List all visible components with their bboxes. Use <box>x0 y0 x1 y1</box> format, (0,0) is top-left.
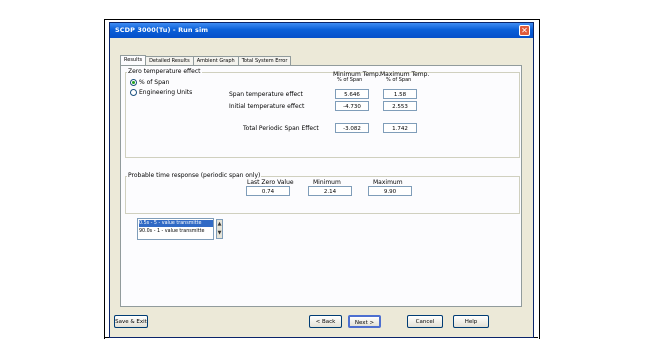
close-icon[interactable]: ✕ <box>519 25 530 36</box>
total-periodic-min-value: -3.082 <box>335 123 369 133</box>
col-last-zero-header: Last Zero Value <box>247 179 294 186</box>
zero-temp-group-label: Zero temperature effect <box>127 68 202 75</box>
minimum-value: 2.14 <box>308 186 352 196</box>
radio-percent-span-label: % of Span <box>139 79 170 86</box>
list-item[interactable]: 0.5s - 5 - value transmitte <box>139 220 213 227</box>
help-button[interactable]: Help <box>453 315 489 328</box>
back-button[interactable]: < Back <box>309 315 342 328</box>
radio-engineering-units-label: Engineering Units <box>139 89 193 96</box>
tab-detailed-results[interactable]: Detailed Results <box>145 56 194 65</box>
spin-up-icon[interactable]: ▲ <box>217 220 222 229</box>
zero-temp-group <box>125 72 520 158</box>
row-total-periodic-label: Total Periodic Span Effect <box>243 125 319 132</box>
tab-strip: Results Detailed Results Ambient Graph T… <box>120 55 292 65</box>
last-zero-value: 0.74 <box>246 186 290 196</box>
dialog-window: SCDP 3000(Tu) - Run sim ✕ Results Detail… <box>109 22 534 338</box>
spin-down-icon[interactable]: ▼ <box>217 229 222 238</box>
total-periodic-max-value: 1.742 <box>383 123 417 133</box>
results-panel: Zero temperature effect % of Span Engine… <box>120 65 522 307</box>
title-bar[interactable]: SCDP 3000(Tu) - Run sim ✕ <box>110 23 533 38</box>
span-temp-min-value: 5.646 <box>335 89 369 99</box>
initial-temp-max-value: 2.553 <box>383 101 417 111</box>
initial-temp-min-value: -4.730 <box>335 101 369 111</box>
maximum-value: 9.90 <box>368 186 412 196</box>
tab-total-system-error[interactable]: Total System Error <box>237 56 292 65</box>
col-minimum-header: Minimum <box>313 179 341 186</box>
response-listbox[interactable]: 0.5s - 5 - value transmitte 90.0s - 1 - … <box>137 218 214 240</box>
next-button[interactable]: Next > <box>348 315 381 328</box>
tab-results[interactable]: Results <box>120 55 147 65</box>
row-initial-temp-label: Initial temperature effect <box>229 103 305 110</box>
radio-percent-span[interactable] <box>130 79 137 86</box>
col-maximum-header: Maximum <box>373 179 403 186</box>
cancel-button[interactable]: Cancel <box>407 315 443 328</box>
span-temp-max-value: 1.58 <box>383 89 417 99</box>
col-min-sub: % of Span <box>337 77 363 83</box>
radio-engineering-units[interactable] <box>130 89 137 96</box>
tab-ambient-graph[interactable]: Ambient Graph <box>192 56 239 65</box>
row-span-temp-label: Span temperature effect <box>229 91 303 98</box>
list-item[interactable]: 90.0s - 1 - value transmitte <box>139 228 213 235</box>
probable-time-group-label: Probable time response (periodic span on… <box>127 172 262 179</box>
listbox-spinner[interactable]: ▲ ▼ <box>216 219 223 239</box>
col-max-sub: % of Span <box>386 77 412 83</box>
window-title: SCDP 3000(Tu) - Run sim <box>115 26 209 34</box>
save-exit-button[interactable]: Save & Exit <box>114 315 148 328</box>
